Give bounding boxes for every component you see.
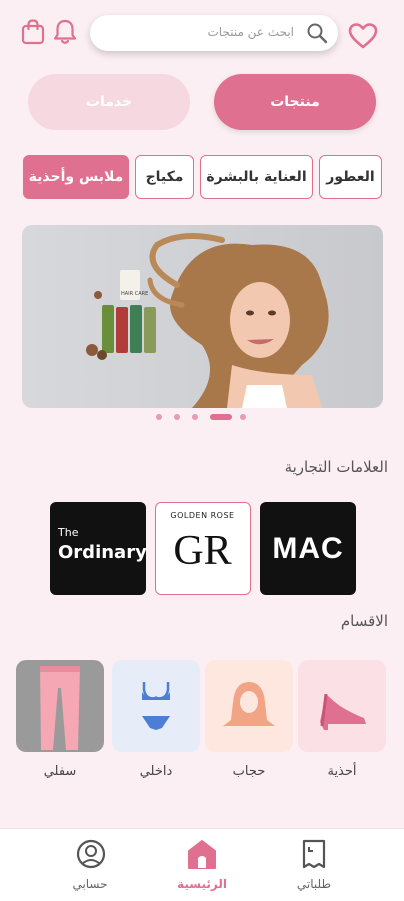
nav-home-label: الرئيسية [177, 877, 227, 891]
category-shoes-label: أحذية [327, 764, 357, 779]
brands-title: العلامات التجارية [284, 458, 388, 476]
carousel-dots[interactable] [156, 412, 251, 422]
bottom-nav: طلباتي الرئيسية حسابي [0, 828, 404, 901]
banner-artwork [86, 233, 329, 408]
carousel-dot[interactable] [240, 414, 246, 420]
chip-perfumes[interactable]: العطور [319, 155, 382, 199]
nav-account-label: حسابي [72, 877, 108, 891]
brand-ordinary-the: The [58, 526, 79, 539]
nav-orders-label: طلباتي [296, 877, 332, 891]
brand-mac[interactable]: MAC [260, 502, 356, 595]
categories-title: الاقسام [340, 612, 388, 630]
favorites-heart-icon[interactable] [348, 22, 378, 50]
nav-home[interactable]: الرئيسية [152, 829, 252, 901]
category-shoes[interactable] [298, 660, 386, 752]
search-input[interactable]: ابحث عن منتجات [90, 15, 338, 51]
segment-services[interactable]: خدمات [28, 74, 190, 130]
hijab-icon [223, 682, 275, 726]
banner-product-text: HAIR CARE [121, 291, 149, 297]
brand-mac-logo: MAC [272, 532, 344, 565]
lingerie-icon [142, 682, 170, 730]
category-underwear[interactable] [112, 660, 200, 752]
nav-account[interactable]: حسابي [40, 829, 140, 901]
category-underwear-label: داخلي [139, 764, 173, 779]
account-icon [76, 839, 106, 869]
search-placeholder: ابحث عن منتجات [207, 25, 295, 39]
carousel-dot[interactable] [174, 414, 180, 420]
chip-makeup[interactable]: مكياج [135, 155, 194, 199]
segment-products[interactable]: منتجات [214, 74, 376, 130]
brand-golden-rose-monogram: GR [173, 528, 232, 574]
search-icon [306, 22, 328, 44]
brand-golden-rose-name: GOLDEN ROSE [170, 511, 235, 520]
carousel-dot[interactable] [192, 414, 198, 420]
orders-icon [302, 839, 326, 869]
category-bottoms[interactable] [16, 660, 104, 752]
home-icon [188, 840, 216, 869]
brand-the-ordinary[interactable]: The Ordinary. [50, 502, 146, 595]
category-hijab[interactable] [205, 660, 293, 752]
shopping-bag-icon[interactable] [20, 18, 46, 46]
chip-clothes-shoes[interactable]: ملابس وأحذية [23, 155, 129, 199]
carousel-dot-active[interactable] [210, 414, 232, 420]
pants-icon [40, 666, 80, 750]
category-hijab-label: حجاب [232, 764, 266, 779]
category-bottoms-label: سفلي [43, 764, 77, 779]
promo-banner[interactable]: HAIR CARE [22, 225, 383, 408]
high-heel-icon [320, 693, 366, 730]
nav-orders[interactable]: طلباتي [264, 829, 364, 901]
brand-golden-rose[interactable]: GOLDEN ROSE GR [155, 502, 251, 595]
notifications-bell-icon[interactable] [52, 18, 78, 46]
carousel-dot[interactable] [156, 414, 162, 420]
chip-skincare[interactable]: العناية بالبشرة [200, 155, 313, 199]
brand-ordinary-name: Ordinary. [58, 542, 146, 563]
